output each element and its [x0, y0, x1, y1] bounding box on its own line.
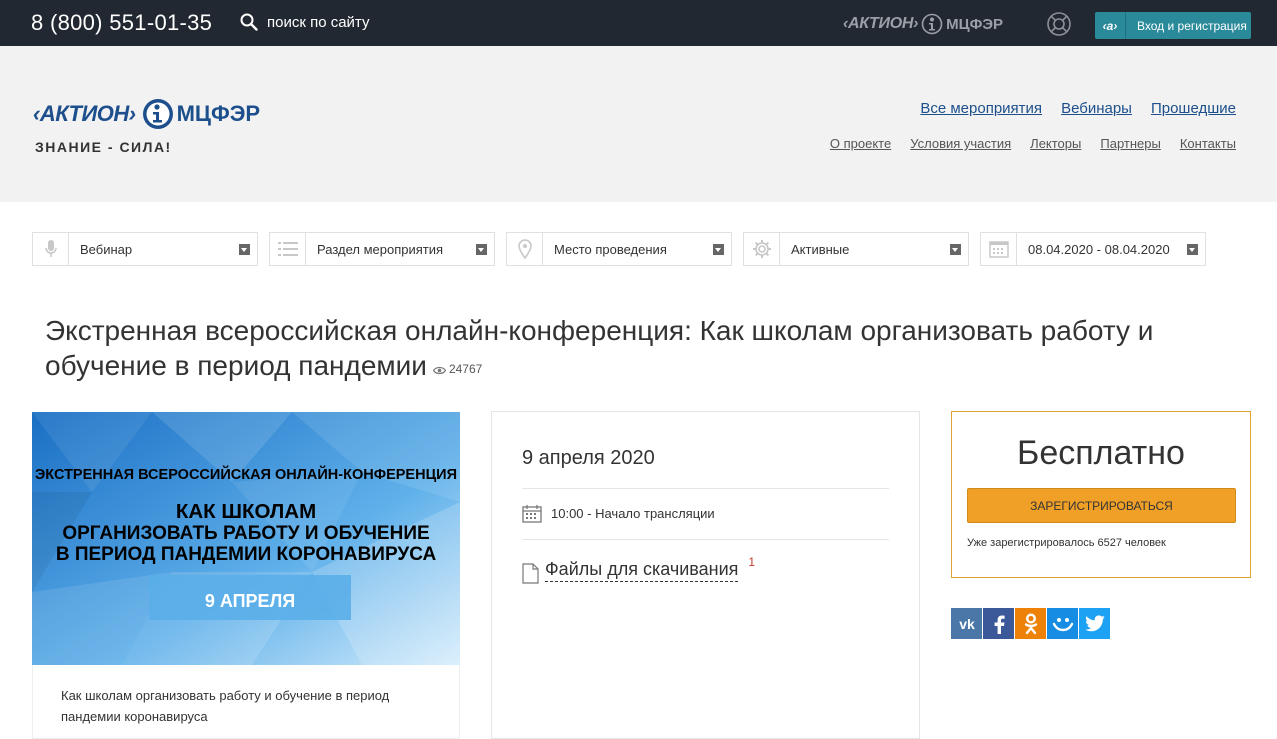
svg-text:vk: vk [959, 617, 975, 631]
chevron-down-icon [476, 243, 487, 255]
registration-box: Бесплатно ЗАРЕГИСТРИРОВАТЬСЯ Уже зарегис… [951, 411, 1251, 578]
register-button[interactable]: ЗАРЕГИСТРИРОВАТЬСЯ [967, 488, 1236, 523]
nav-webinars[interactable]: Вебинары [1061, 100, 1132, 117]
login-register-button[interactable]: ‹а› Вход и регистрация [1095, 12, 1251, 39]
chevron-down-icon [1187, 243, 1198, 255]
divider [522, 539, 889, 540]
filter-section-value: Раздел мероприятия [317, 241, 444, 257]
nav-contacts[interactable]: Контакты [1180, 136, 1236, 151]
banner-date: 9 АПРЕЛЯ [205, 591, 295, 611]
nav-terms[interactable]: Условия участия [910, 136, 1011, 151]
top-logo[interactable]: ‹АКТИОН› МЦФЭР [843, 13, 1004, 35]
banner-image: ЭКСТРЕННАЯ ВСЕРОССИЙСКАЯ ОНЛАЙН-КОНФЕРЕН… [32, 412, 460, 665]
view-count: 24767 [448, 362, 483, 376]
event-time-label: 10:00 - Начало трансляции [551, 506, 715, 521]
banner-line-4: В ПЕРИОД ПАНДЕМИИ КОРОНАВИРУСА [56, 544, 437, 565]
event-time: 10:00 - Начало трансляции [522, 504, 715, 523]
page-title: Экстренная всероссийская онлайн-конферен… [45, 313, 1245, 383]
nav-all-events[interactable]: Все мероприятия [920, 100, 1042, 117]
filter-section[interactable]: Раздел мероприятия [269, 232, 495, 266]
nav-about[interactable]: О проекте [830, 136, 891, 151]
banner-line-1: ЭКСТРЕННАЯ ВСЕРОССИЙСКАЯ ОНЛАЙН-КОНФЕРЕН… [35, 465, 457, 483]
filter-date-value: 08.04.2020 - 08.04.2020 [1028, 241, 1170, 257]
phone-number[interactable]: 8 (800) 551-01-35 [31, 10, 212, 36]
files-count-badge: 1 [748, 555, 756, 569]
search-icon [240, 13, 258, 31]
search-label: поиск по сайту [267, 13, 370, 31]
login-register-label: Вход и регистрация [1137, 18, 1247, 33]
aktion-a-icon: ‹а› [1095, 12, 1126, 39]
odnoklassniki-share-icon[interactable] [1015, 608, 1046, 639]
facebook-share-icon[interactable] [983, 608, 1014, 639]
logo-mark-icon [142, 99, 173, 129]
divider [522, 488, 889, 489]
chevron-down-icon [713, 243, 724, 255]
filter-type-value: Вебинар [80, 241, 133, 257]
support-icon[interactable] [1046, 11, 1072, 42]
logo-mcfer: МЦФЭР [176, 101, 261, 126]
chevron-down-icon [950, 243, 961, 255]
location-pin-icon [507, 233, 543, 265]
filter-status-value: Активные [791, 241, 850, 257]
gear-icon [744, 233, 780, 265]
document-icon [522, 563, 539, 584]
view-counter: 24767 [432, 362, 483, 376]
twitter-share-icon[interactable] [1079, 608, 1110, 639]
nav-past-events[interactable]: Прошедшие [1151, 100, 1236, 117]
site-header: ‹АКТИОН› МЦФЭР ЗНАНИЕ - СИЛА! Все меропр… [0, 46, 1277, 202]
filter-type[interactable]: Вебинар [32, 232, 258, 266]
filter-location[interactable]: Место проведения [506, 232, 732, 266]
tagline: ЗНАНИЕ - СИЛА! [35, 139, 172, 155]
registered-count: Уже зарегистрировалось 6527 человек [967, 537, 1166, 549]
site-search[interactable]: поиск по сайту [240, 13, 369, 31]
microphone-icon [33, 233, 69, 265]
main-logo[interactable]: ‹АКТИОН› МЦФЭР [33, 98, 260, 130]
social-share: vk [951, 608, 1110, 639]
filter-date-range[interactable]: 08.04.2020 - 08.04.2020 [980, 232, 1206, 266]
moimir-share-icon[interactable] [1047, 608, 1078, 639]
event-details: 9 апреля 2020 10:00 - Начало трансляции … [491, 411, 920, 739]
nav-lecturers[interactable]: Лекторы [1030, 136, 1081, 151]
eye-icon [432, 366, 447, 375]
secondary-nav: О проекте Условия участия Лекторы Партне… [830, 136, 1236, 151]
top-bar: 8 (800) 551-01-35 поиск по сайту ‹АКТИОН… [0, 0, 1277, 46]
files-download[interactable]: Файлы для скачивания 1 [522, 555, 755, 584]
list-icon [270, 233, 306, 265]
top-logo-mcfer: МЦФЭР [946, 15, 1004, 33]
event-banner[interactable]: ЭКСТРЕННАЯ ВСЕРОССИЙСКАЯ ОНЛАЙН-КОНФЕРЕН… [32, 412, 460, 665]
price-label: Бесплатно [1017, 434, 1185, 472]
nav-partners[interactable]: Партнеры [1100, 136, 1160, 151]
filter-status[interactable]: Активные [743, 232, 969, 266]
chevron-down-icon [239, 243, 250, 255]
banner-caption: Как школам организовать работу и обучени… [32, 665, 460, 739]
vk-share-icon[interactable]: vk [951, 608, 982, 639]
logo-mark-icon [921, 13, 943, 35]
top-logo-aktion: ‹АКТИОН› [843, 15, 919, 32]
calendar-icon [522, 505, 542, 523]
logo-aktion: ‹АКТИОН› [33, 101, 136, 126]
calendar-icon [981, 233, 1017, 265]
primary-nav: Все мероприятия Вебинары Прошедшие [920, 100, 1236, 117]
banner-line-2: КАК ШКОЛАМ [176, 500, 316, 523]
event-title: Экстренная всероссийская онлайн-конферен… [45, 315, 1154, 381]
filter-location-value: Место проведения [554, 241, 667, 257]
banner-line-3: ОРГАНИЗОВАТЬ РАБОТУ И ОБУЧЕНИЕ [62, 523, 429, 544]
files-download-link[interactable]: Файлы для скачивания [545, 559, 739, 582]
event-date: 9 апреля 2020 [522, 447, 655, 469]
